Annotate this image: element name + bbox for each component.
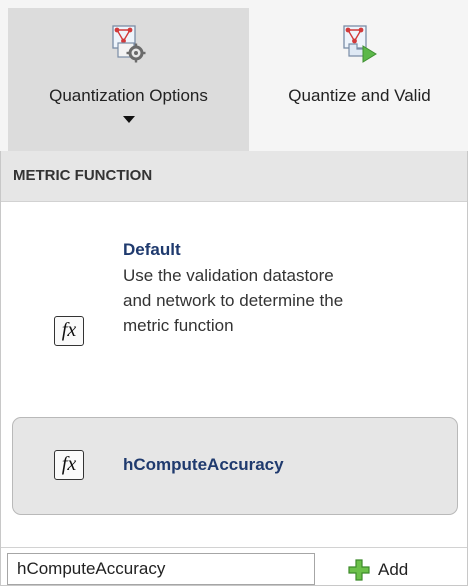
function-name-input[interactable] (7, 553, 315, 585)
metric-item-title: Default (123, 240, 181, 259)
quantization-options-label: Quantization Options (49, 86, 208, 105)
quantization-options-button[interactable]: Quantization Options (8, 8, 249, 151)
quantize-validate-button[interactable]: Quantize and Valid (251, 8, 468, 151)
metric-item-default[interactable]: fx Default Use the validation datastore … (1, 203, 467, 407)
dropdown-caret-icon (122, 116, 135, 123)
metric-item-hcomputeaccuracy[interactable]: fx hComputeAccuracy (12, 417, 458, 515)
add-button[interactable]: Add (348, 555, 408, 585)
network-run-icon (342, 25, 377, 63)
metric-item-title: hComputeAccuracy (123, 455, 284, 474)
metric-function-panel: METRIC FUNCTION fx Default Use the valid… (0, 151, 468, 586)
network-settings-icon (111, 25, 145, 63)
divider (1, 547, 467, 548)
section-header-label: METRIC FUNCTION (13, 167, 153, 184)
plus-icon (348, 559, 370, 581)
fx-icon: fx (54, 450, 84, 480)
quantize-validate-label: Quantize and Valid (288, 86, 431, 105)
fx-icon: fx (54, 316, 84, 346)
section-header: METRIC FUNCTION (1, 151, 467, 202)
add-label: Add (378, 560, 409, 579)
toolstrip: Quantization Options Quantize and Valid (0, 0, 468, 151)
metric-item-description: Use the validation datastore and network… (123, 266, 344, 335)
